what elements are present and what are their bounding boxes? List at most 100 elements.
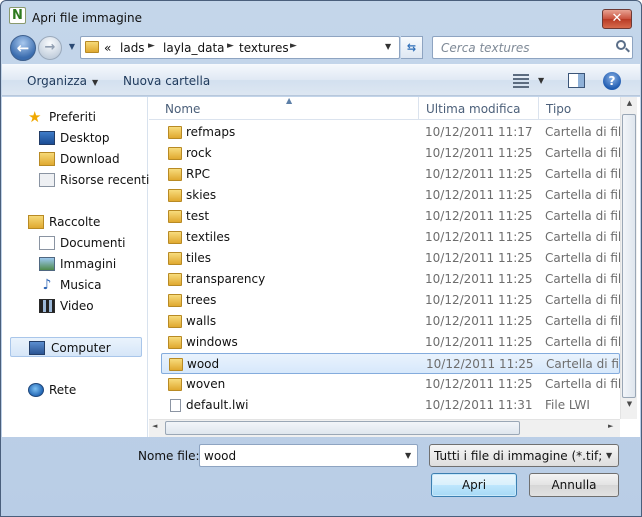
file-modified: 10/12/2011 11:25 (425, 314, 533, 328)
view-dropdown-icon[interactable]: ▼ (538, 76, 544, 85)
file-type: Cartella di file (545, 146, 620, 160)
folder-icon (168, 252, 182, 265)
file-row[interactable]: windows 10/12/2011 11:25 Cartella di file (161, 332, 620, 353)
sidebar-item-favorites[interactable]: ★ Preferiti (2, 107, 148, 127)
search-input[interactable]: Cerca textures (432, 36, 633, 59)
horizontal-scroll-thumb[interactable] (165, 421, 520, 435)
sidebar-item-documents[interactable]: Documenti (2, 233, 148, 253)
scroll-down-icon[interactable]: ▼ (621, 400, 638, 414)
star-icon: ★ (28, 108, 42, 126)
view-options-icon[interactable] (513, 74, 529, 88)
breadcrumb-separator-icon[interactable]: ► (148, 41, 155, 51)
breadcrumb-lads[interactable]: lads (120, 41, 145, 55)
column-divider[interactable] (538, 97, 539, 120)
file-modified: 10/12/2011 11:31 (425, 398, 533, 412)
file-row[interactable]: textiles 10/12/2011 11:25 Cartella di file (161, 227, 620, 248)
breadcrumb-separator-icon[interactable]: ► (290, 41, 297, 51)
folder-icon (168, 378, 182, 391)
file-row[interactable]: trees 10/12/2011 11:25 Cartella di file (161, 290, 620, 311)
file-name: refmaps (186, 125, 236, 139)
preview-pane-icon[interactable] (568, 73, 585, 88)
file-row[interactable]: woven 10/12/2011 11:25 Cartella di file (161, 374, 620, 395)
sidebar-item-label: Rete (49, 383, 77, 397)
column-header-modified[interactable]: Ultima modifica (426, 102, 521, 116)
breadcrumb-layla-data[interactable]: layla_data (163, 41, 225, 55)
sidebar-item-download[interactable]: Download (2, 149, 148, 169)
refresh-button[interactable]: ⇆ (401, 36, 423, 59)
close-button[interactable]: ✕ (602, 9, 632, 29)
column-divider[interactable] (418, 97, 419, 120)
sidebar-item-computer[interactable]: Computer (10, 337, 142, 357)
column-header-row: ▲ Nome Ultima modifica Tipo (149, 97, 620, 120)
horizontal-scrollbar[interactable]: ◄ ► (149, 419, 620, 437)
file-row[interactable]: skies 10/12/2011 11:25 Cartella di file (161, 185, 620, 206)
forward-button[interactable]: → (38, 36, 62, 60)
filename-dropdown-icon[interactable]: ▼ (405, 451, 411, 460)
file-type-filter-select[interactable]: Tutti i file di immagine (*.tif;*.tga ▼ (429, 444, 619, 467)
scroll-left-icon[interactable]: ◄ (152, 422, 157, 430)
file-icon (170, 399, 181, 412)
new-folder-button[interactable]: Nuova cartella (123, 74, 210, 88)
file-row[interactable]: tiles 10/12/2011 11:25 Cartella di file (161, 248, 620, 269)
back-button[interactable]: ← (10, 35, 36, 61)
sidebar-item-label: Desktop (60, 131, 110, 145)
file-type: Cartella di file (545, 377, 620, 391)
file-type: Cartella di file (545, 125, 620, 139)
chevron-down-icon[interactable]: ▼ (606, 451, 612, 460)
file-modified: 10/12/2011 11:25 (425, 293, 533, 307)
file-modified: 10/12/2011 11:25 (426, 357, 534, 371)
vertical-scrollbar[interactable]: ▲ ▼ (620, 97, 637, 419)
filename-value[interactable]: wood (204, 449, 236, 463)
file-row[interactable]: rock 10/12/2011 11:25 Cartella di file (161, 143, 620, 164)
scroll-up-icon[interactable]: ▲ (621, 99, 638, 113)
file-row[interactable]: transparency 10/12/2011 11:25 Cartella di … (161, 269, 620, 290)
sidebar-item-network[interactable]: Rete (2, 380, 148, 400)
file-type: Cartella di file (545, 230, 620, 244)
sidebar-item-recent[interactable]: Risorse recenti (2, 170, 149, 190)
file-name: tiles (186, 251, 212, 265)
breadcrumb-textures[interactable]: textures (239, 41, 289, 55)
folder-icon (168, 126, 182, 139)
sidebar-item-video[interactable]: Video (2, 296, 148, 316)
file-row[interactable]: test 10/12/2011 11:25 Cartella di file (161, 206, 620, 227)
address-dropdown-icon[interactable]: ▼ (385, 42, 391, 51)
sort-ascending-icon: ▲ (286, 97, 293, 105)
folder-icon (168, 210, 182, 223)
file-type-filter-value: Tutti i file di immagine (*.tif;*.tga (434, 449, 602, 463)
file-type: Cartella di file (545, 209, 620, 223)
vertical-scroll-thumb[interactable] (622, 114, 636, 398)
organize-button[interactable]: Organizza ▼ (27, 74, 98, 88)
chevron-down-icon: ▼ (92, 78, 99, 87)
address-bar[interactable]: « lads ► layla_data ► textures ► ▼ (80, 36, 400, 59)
sidebar-item-music[interactable]: ♪ Musica (2, 275, 148, 295)
file-modified: 10/12/2011 11:25 (425, 188, 533, 202)
sidebar-item-label: Raccolte (49, 215, 101, 229)
open-button[interactable]: Apri (431, 473, 517, 497)
network-globe-icon (28, 383, 44, 397)
sidebar-item-desktop[interactable]: Desktop (2, 128, 148, 148)
file-row[interactable]: wood 10/12/2011 11:25 Cartella di file (161, 353, 620, 374)
history-dropdown-icon[interactable]: ▼ (66, 41, 78, 53)
file-row[interactable]: default.lwi 10/12/2011 11:31 File LWI (161, 395, 620, 416)
breadcrumb-overflow[interactable]: « (104, 41, 111, 55)
scroll-right-icon[interactable]: ► (608, 422, 613, 430)
file-name: woven (186, 377, 226, 391)
breadcrumb-separator-icon[interactable]: ► (227, 41, 234, 51)
libraries-icon (28, 215, 44, 229)
file-row[interactable]: walls 10/12/2011 11:25 Cartella di file (161, 311, 620, 332)
folder-icon (168, 189, 182, 202)
sidebar-item-images[interactable]: Immagini (2, 254, 148, 274)
sidebar-item-libraries[interactable]: Raccolte (2, 212, 148, 232)
column-header-type[interactable]: Tipo (546, 102, 571, 116)
file-row[interactable]: refmaps 10/12/2011 11:17 Cartella di file (161, 122, 620, 143)
folder-icon (168, 273, 182, 286)
cancel-button[interactable]: Annulla (529, 473, 619, 497)
filename-combobox[interactable]: wood ▼ (199, 444, 418, 467)
folder-icon (168, 315, 182, 328)
file-type: Cartella di file (545, 188, 620, 202)
file-modified: 10/12/2011 11:25 (425, 230, 533, 244)
file-row[interactable]: RPC 10/12/2011 11:25 Cartella di file (161, 164, 620, 185)
help-icon[interactable]: ? (603, 72, 621, 90)
column-header-name[interactable]: Nome (165, 102, 200, 116)
navigation-pane: ★ Preferiti Desktop Download Risorse rec… (2, 97, 149, 437)
